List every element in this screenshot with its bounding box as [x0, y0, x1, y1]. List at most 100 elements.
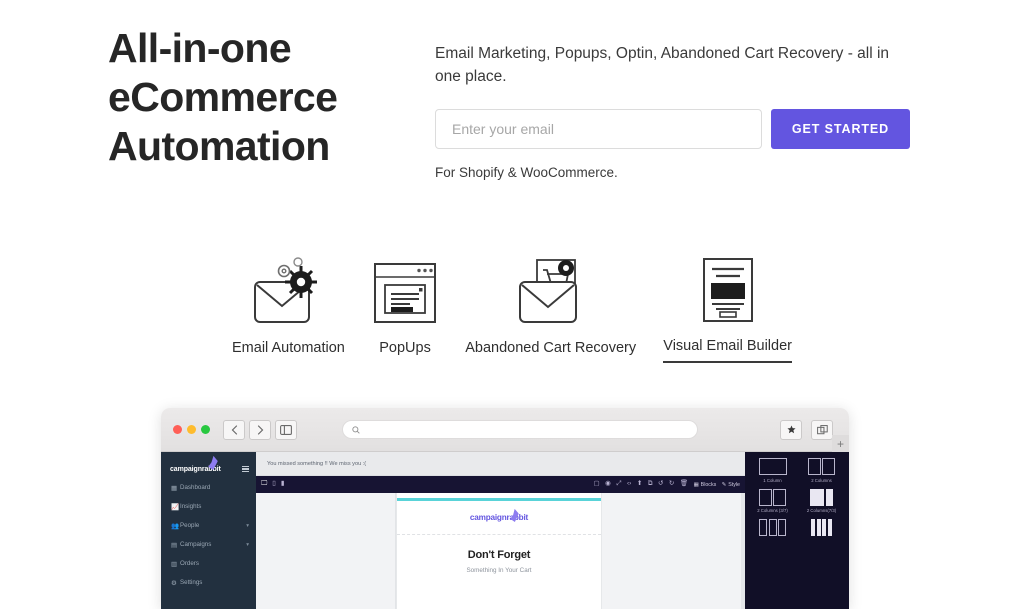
block-2-columns-7-3[interactable]: 2 Columns(7/3)	[799, 488, 844, 513]
tab-blocks-label: Blocks	[700, 481, 717, 488]
clone-icon[interactable]: ⧉	[648, 481, 653, 488]
canvas-left-gutter	[256, 493, 396, 609]
blocks-icon: ▦	[693, 481, 699, 488]
column-box	[822, 458, 836, 475]
popup-window-icon	[372, 250, 438, 328]
preview-eye-icon[interactable]: ◉	[605, 481, 611, 488]
fullscreen-icon[interactable]: ⤢	[616, 481, 621, 488]
sidebar-item-label: People	[180, 522, 200, 529]
users-icon: 👥	[171, 522, 180, 530]
feature-tab-label: Visual Email Builder	[663, 338, 792, 363]
close-window-button[interactable]	[173, 425, 182, 434]
block-1-column[interactable]: 1 Column	[750, 458, 795, 483]
block-2-columns-3-7[interactable]: 2 Columns (3/7)	[750, 488, 795, 513]
sidebar-item-people[interactable]: 👥 People ▾	[161, 516, 256, 535]
email-subtext: Something In Your Cart	[466, 566, 532, 574]
sidebar-item-campaigns[interactable]: ▤ Campaigns ▾	[161, 535, 256, 554]
new-tab-button[interactable]: +	[832, 435, 849, 452]
sidebar-brand[interactable]: campaignrabbit	[161, 460, 256, 478]
border-icon[interactable]: ▢	[593, 481, 599, 488]
email-subject-bar[interactable]: You missed something !! We miss you :(	[256, 452, 745, 476]
block-3-columns[interactable]	[750, 519, 795, 539]
get-started-button[interactable]: GET STARTED	[771, 109, 910, 149]
brand-first: campaign	[170, 465, 202, 473]
column-box	[758, 458, 787, 475]
sidebar-item-insights[interactable]: 📈 Insights	[161, 497, 256, 516]
tab-style[interactable]: ✎ Style	[722, 482, 740, 488]
blocks-panel: 1 Column 2 Columns 2 Columns (3/7) 2 Col…	[745, 452, 849, 609]
sidebar-item-label: Dashboard	[180, 484, 211, 491]
sidebar-item-dashboard[interactable]: ▦ Dashboard	[161, 478, 256, 497]
sliders-icon: ⚙	[171, 579, 177, 587]
grid-icon: ▦	[171, 484, 178, 492]
feature-tab-label: Email Automation	[232, 340, 345, 356]
email-input[interactable]	[435, 109, 762, 149]
sidebar-item-orders[interactable]: ▥ Orders	[161, 554, 256, 573]
column-box	[758, 488, 772, 506]
tab-blocks[interactable]: ▦ Blocks	[694, 482, 717, 488]
sidebar-item-label: Settings	[180, 579, 203, 586]
page-title: All-in-one eCommerce Automation	[108, 25, 338, 169]
block-preview	[758, 488, 787, 506]
sidebar-toggle-icon[interactable]	[275, 419, 297, 440]
forward-button[interactable]	[249, 419, 271, 440]
megaphone-icon: ▤	[171, 541, 178, 549]
feature-tab-visual-email-builder[interactable]: Visual Email Builder	[663, 248, 792, 363]
brush-icon: ✎	[721, 481, 727, 488]
column-box	[822, 519, 827, 536]
block-label: 1 Column	[763, 477, 782, 483]
desktop-icon[interactable]: 🖵	[261, 481, 267, 488]
hero-signup: Email Marketing, Popups, Optin, Abandone…	[435, 42, 915, 180]
sidebar-item-settings[interactable]: ⚙ Settings	[161, 573, 256, 592]
column-box	[759, 519, 767, 536]
feature-tabs: Email Automation PopUps Abandoned Cart R…	[232, 248, 792, 363]
column-box	[810, 488, 825, 506]
hero-subheadline: Email Marketing, Popups, Optin, Abandone…	[435, 45, 890, 85]
feature-tab-popups[interactable]: PopUps	[372, 250, 438, 363]
redo-icon[interactable]: ↻	[669, 481, 674, 488]
email-logo: campaignrabbit	[470, 513, 528, 522]
editor-body: campaignrabbit Don't Forget Something In…	[256, 493, 745, 609]
tab-style-label: Style	[728, 481, 740, 488]
email-logo-block[interactable]: campaignrabbit	[397, 501, 601, 535]
column-box	[807, 458, 821, 475]
address-bar[interactable]	[342, 420, 698, 439]
maximize-window-button[interactable]	[201, 425, 210, 434]
app-sidebar: campaignrabbit ▦ Dashboard 📈 Insights 👥 …	[161, 452, 256, 609]
block-2-columns[interactable]: 2 Columns	[799, 458, 844, 483]
signup-form: GET STARTED	[435, 109, 915, 149]
email-canvas[interactable]: campaignrabbit Don't Forget Something In…	[396, 493, 602, 609]
delete-icon[interactable]: 🗑	[680, 481, 688, 488]
block-preview	[807, 458, 836, 475]
feature-tab-abandoned-cart[interactable]: Abandoned Cart Recovery	[465, 250, 636, 363]
feature-tab-label: Abandoned Cart Recovery	[465, 340, 637, 356]
tablet-icon[interactable]: ▯	[272, 481, 276, 488]
trash-box-icon: ▥	[171, 560, 178, 568]
chevron-down-icon: ▾	[246, 541, 249, 548]
sidebar-item-label: Orders	[180, 560, 199, 567]
copy-tabs-icon[interactable]	[811, 419, 833, 440]
code-icon[interactable]: ‹›	[627, 481, 631, 488]
feature-tab-email-automation[interactable]: Email Automation	[232, 250, 345, 363]
star-icon[interactable]	[780, 419, 802, 440]
minimize-window-button[interactable]	[187, 425, 196, 434]
column-box	[768, 519, 777, 536]
platform-note: For Shopify & WooCommerce.	[435, 165, 618, 180]
mobile-icon[interactable]: ▮	[281, 481, 285, 488]
window-controls	[173, 425, 210, 434]
block-preview	[811, 519, 832, 536]
browser-actions	[780, 419, 837, 440]
browser-chrome: +	[161, 408, 849, 452]
email-gears-icon	[251, 250, 325, 328]
column-box	[827, 519, 832, 536]
undo-icon[interactable]: ↺	[658, 481, 663, 488]
import-icon[interactable]: ⬆	[637, 481, 642, 488]
block-4-columns[interactable]	[799, 519, 844, 539]
app-window: campaignrabbit ▦ Dashboard 📈 Insights 👥 …	[161, 452, 849, 609]
block-label: 2 Columns	[811, 477, 832, 483]
email-editor: You missed something !! We miss you :( 🖵…	[256, 452, 745, 609]
hamburger-icon[interactable]	[242, 465, 249, 473]
column-box	[778, 519, 786, 536]
column-box	[825, 488, 833, 506]
back-button[interactable]	[223, 419, 245, 440]
